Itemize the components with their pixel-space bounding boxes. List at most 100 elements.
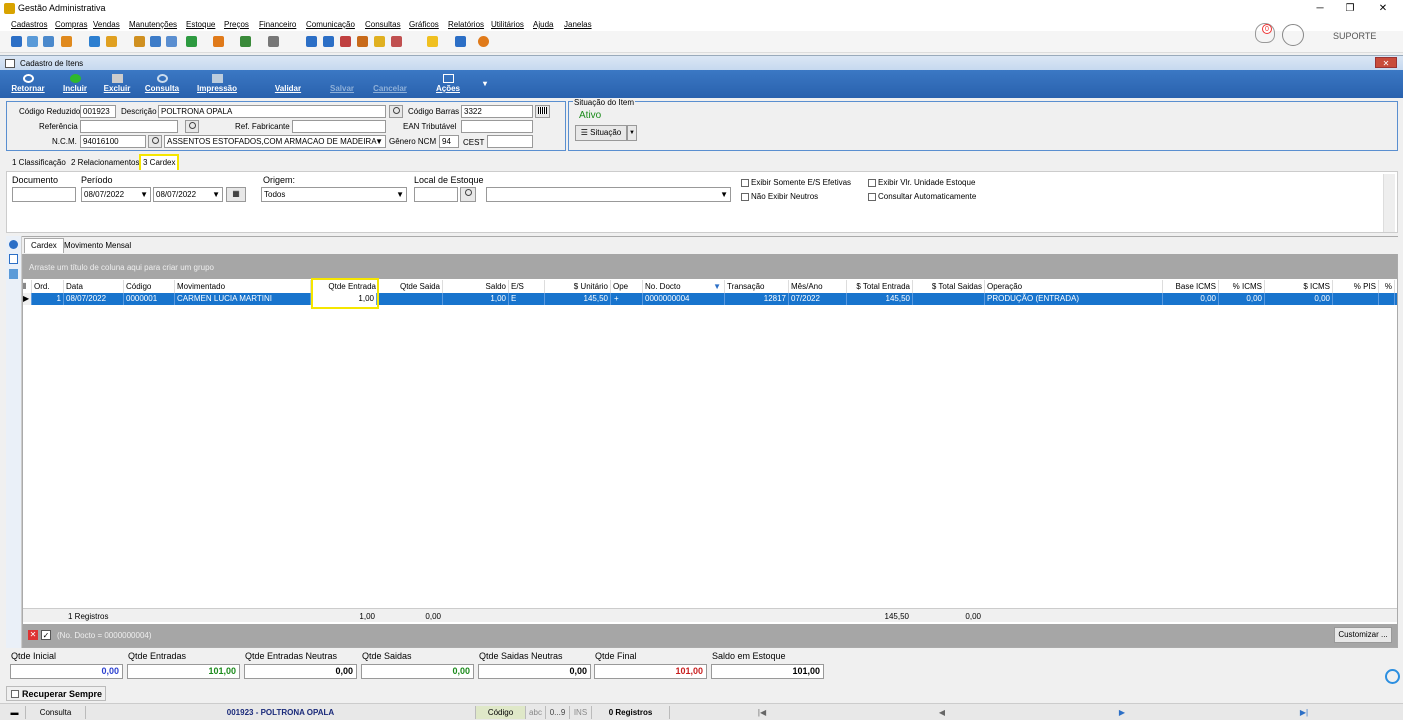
recuperar-sempre-checkbox[interactable] <box>11 690 19 698</box>
menu-janelas[interactable]: Janelas <box>564 20 592 29</box>
users-icon[interactable] <box>27 36 38 47</box>
ean-field[interactable] <box>461 120 533 133</box>
column-header-total-entrada[interactable]: $ Total Entrada <box>847 280 913 293</box>
menu-cadastros[interactable]: Cadastros <box>11 20 47 29</box>
cell-unitario[interactable]: 145,50 <box>545 293 611 305</box>
menu-utilitarios[interactable]: Utilitários <box>491 20 524 29</box>
column-header-qtde-saida[interactable]: Qtde Saida <box>379 280 443 293</box>
cell-codigo[interactable]: 0000001 <box>124 293 175 305</box>
column-header-data[interactable]: Data <box>64 280 124 293</box>
cell-ope[interactable]: + <box>611 293 643 305</box>
cart-icon[interactable] <box>186 36 197 47</box>
ncm-search-button[interactable] <box>148 135 162 148</box>
cell-icms[interactable]: 0,00 <box>1265 293 1333 305</box>
local-estoque-select[interactable]: ▼ <box>486 187 731 202</box>
nav-first-button[interactable]: |◀ <box>750 706 774 719</box>
menu-financeiro[interactable]: Financeiro <box>259 20 296 29</box>
column-header-perc-icms[interactable]: % ICMS <box>1219 280 1265 293</box>
origem-select[interactable]: Todos ▼ <box>261 187 407 202</box>
salvar-button[interactable]: Salvar <box>324 70 360 98</box>
calendar-icon[interactable] <box>306 36 317 47</box>
subtab-cardex[interactable]: Cardex <box>24 238 64 253</box>
cell-movimentado[interactable]: CARMEN LUCIA MARTINI <box>175 293 311 305</box>
box-icon[interactable] <box>106 36 117 47</box>
group-by-panel[interactable]: Arraste um título de coluna aqui para cr… <box>23 254 1397 279</box>
descricao-search-button[interactable] <box>389 105 403 118</box>
building-icon[interactable] <box>150 36 161 47</box>
customizar-button[interactable]: Customizar ... <box>1334 627 1392 643</box>
cell-operacao[interactable]: PRODUÇÃO (ENTRADA) <box>985 293 1163 305</box>
local-estoque-field[interactable] <box>414 187 458 202</box>
folder-icon[interactable] <box>11 36 22 47</box>
barcode-button[interactable] <box>535 105 550 118</box>
filter-scrollbar[interactable] <box>1383 174 1395 232</box>
card-icon[interactable] <box>43 36 54 47</box>
cell-perc-pis[interactable] <box>1333 293 1379 305</box>
truck-icon[interactable] <box>213 36 224 47</box>
tab-cardex[interactable]: 3 Cardex <box>139 154 180 170</box>
column-header-extra[interactable]: % <box>1379 280 1395 293</box>
tools-icon[interactable] <box>357 36 368 47</box>
documento-field[interactable] <box>12 187 76 202</box>
cell-perc-icms[interactable]: 0,00 <box>1219 293 1265 305</box>
column-header-saldo[interactable]: Saldo <box>443 280 509 293</box>
avatar[interactable] <box>1282 24 1304 46</box>
money-icon[interactable] <box>240 36 251 47</box>
info-icon[interactable] <box>9 240 18 249</box>
report-icon[interactable] <box>166 36 177 47</box>
cell-ord[interactable]: 1 <box>32 293 64 305</box>
situacao-dropdown[interactable]: ▼ <box>627 125 637 141</box>
codigo-reduzido-field[interactable]: 001923 <box>80 105 116 118</box>
codigo-barras-field[interactable]: 3322 <box>461 105 533 118</box>
help-icon[interactable] <box>1385 669 1400 684</box>
ncm-description-select[interactable]: ASSENTOS ESTOFADOS,COM ARMACAO DE MADEIR… <box>164 135 386 148</box>
column-header-total-saidas[interactable]: $ Total Saidas <box>913 280 985 293</box>
local-search-button[interactable] <box>460 187 476 202</box>
document-icon[interactable] <box>89 36 100 47</box>
cell-saldo[interactable]: 1,00 <box>443 293 509 305</box>
menu-manutencoes[interactable]: Manutenções <box>129 20 177 29</box>
situacao-button[interactable]: ☰ Situação <box>575 125 627 141</box>
column-header-ope[interactable]: Ope <box>611 280 643 293</box>
clear-filter-icon[interactable]: ✕ <box>28 630 38 640</box>
calendar-button[interactable]: ▦ <box>226 187 246 202</box>
column-header-codigo[interactable]: Código <box>124 280 175 293</box>
excluir-button[interactable]: Excluir <box>100 70 134 98</box>
printer-icon[interactable] <box>268 36 279 47</box>
info-icon[interactable] <box>455 36 466 47</box>
minimize-button[interactable]: ─ <box>1305 0 1335 17</box>
tab-relacionamentos[interactable]: 2 Relacionamentos <box>69 156 141 170</box>
column-header-operacao[interactable]: Operação <box>985 280 1163 293</box>
subtab-movimento-mensal[interactable]: Movimento Mensal <box>62 239 133 253</box>
nav-last-button[interactable]: ▶| <box>1292 706 1316 719</box>
incluir-button[interactable]: Incluir <box>58 70 92 98</box>
menu-relatorios[interactable]: Relatórios <box>448 20 484 29</box>
star-icon[interactable] <box>427 36 438 47</box>
acoes-button[interactable]: Ações <box>432 70 464 98</box>
person-icon[interactable] <box>134 36 145 47</box>
filter-text[interactable]: (No. Docto = 0000000004) <box>57 631 152 640</box>
document-icon[interactable] <box>9 254 18 264</box>
exibir-vlr-unidade-checkbox[interactable] <box>868 179 876 187</box>
menu-graficos[interactable]: Gráficos <box>409 20 439 29</box>
validar-button[interactable]: Validar <box>270 70 306 98</box>
maximize-button[interactable]: ❐ <box>1335 0 1365 17</box>
column-header-perc-pis[interactable]: % PIS <box>1333 280 1379 293</box>
exibir-efetivas-checkbox[interactable] <box>741 179 749 187</box>
cell-no-docto[interactable]: 0000000004 <box>643 293 725 305</box>
recuperar-sempre-toggle[interactable]: Recuperar Sempre <box>6 686 106 701</box>
clock-icon[interactable] <box>374 36 385 47</box>
descricao-field[interactable]: POLTRONA OPALA <box>158 105 386 118</box>
consultar-auto-checkbox[interactable] <box>868 193 876 201</box>
frame-close-button[interactable]: ✕ <box>1375 57 1397 68</box>
grid-icon[interactable] <box>9 269 18 279</box>
column-header-no-docto[interactable]: No. Docto ▼ <box>643 280 725 293</box>
cell-total-saidas[interactable] <box>913 293 985 305</box>
column-header-ord[interactable]: Ord. <box>32 280 64 293</box>
cell-total-entrada[interactable]: 145,50 <box>847 293 913 305</box>
impressao-button[interactable]: Impressão <box>192 70 242 98</box>
filter-enabled-checkbox[interactable]: ✓ <box>41 630 51 640</box>
cell-data[interactable]: 08/07/2022 <box>64 293 124 305</box>
agenda-icon[interactable] <box>340 36 351 47</box>
column-header-icms[interactable]: $ ICMS <box>1265 280 1333 293</box>
